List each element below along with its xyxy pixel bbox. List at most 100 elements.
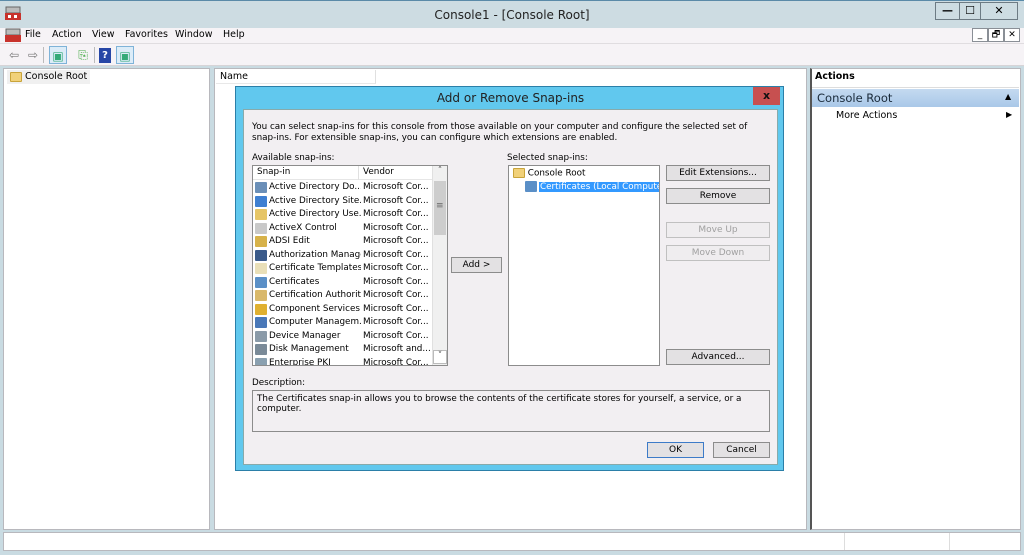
- snapin-row[interactable]: Disk Management Microsoft and...: [255, 343, 431, 357]
- action-more-actions[interactable]: More Actions ▶: [812, 109, 1019, 124]
- snapin-row[interactable]: ActiveX Control Microsoft Cor...: [255, 222, 431, 236]
- minimize-button[interactable]: —: [935, 2, 960, 20]
- forward-icon[interactable]: ⇨: [24, 46, 42, 64]
- folder-icon: [513, 168, 525, 178]
- help-icon[interactable]: ?: [99, 48, 111, 63]
- menu-file[interactable]: File: [25, 29, 41, 40]
- snapin-vendor: Microsoft Cor...: [363, 195, 429, 206]
- console-tree-pane: Console Root: [3, 68, 210, 530]
- maximize-button[interactable]: ☐: [959, 2, 981, 20]
- scroll-down-button[interactable]: ˅: [433, 350, 447, 364]
- activex-icon: [255, 222, 267, 234]
- snapin-vendor: Microsoft Cor...: [363, 236, 429, 246]
- snapin-vendor: Microsoft Cor...: [363, 303, 429, 314]
- advanced-button[interactable]: Advanced...: [666, 349, 770, 365]
- adsi-edit-icon: [255, 236, 267, 247]
- enterprise-pki-icon: [255, 357, 267, 365]
- move-up-button[interactable]: Move Up: [666, 222, 770, 238]
- status-bar: [3, 532, 1021, 551]
- snapin-vendor: Microsoft Cor...: [363, 276, 429, 287]
- snapin-row[interactable]: Enterprise PKI Microsoft Cor...: [255, 357, 431, 366]
- status-divider: [844, 533, 845, 550]
- snapin-row[interactable]: Device Manager Microsoft Cor...: [255, 330, 431, 344]
- vertical-scrollbar[interactable]: ˄ ≡ ˅: [432, 166, 447, 365]
- snapin-name: Disk Management: [269, 344, 349, 354]
- description-box: The Certificates snap-in allows you to b…: [252, 390, 770, 432]
- mmc-doc-icon[interactable]: [5, 28, 21, 45]
- snapin-row[interactable]: Certification Authority Microsoft Cor...: [255, 289, 431, 303]
- selected-snapins-label: Selected snap-ins:: [507, 153, 588, 163]
- cert-authority-icon: [255, 290, 267, 301]
- tree-item-console-root[interactable]: Console Root: [7, 70, 91, 84]
- show-hide-action-pane-icon[interactable]: ▣: [116, 46, 134, 64]
- show-hide-tree-icon[interactable]: ▣: [49, 46, 67, 64]
- tree-item-label: Console Root: [25, 71, 88, 82]
- edit-extensions-button[interactable]: Edit Extensions...: [666, 165, 770, 181]
- snapin-row[interactable]: Active Directory Use... Microsoft Cor...: [255, 208, 431, 222]
- toolbar: ⇦ ⇨ ▣ ⎘ ? ▣: [0, 44, 1024, 66]
- menu-help[interactable]: Help: [223, 29, 245, 40]
- cancel-button[interactable]: Cancel: [713, 442, 770, 458]
- snapin-vendor: Microsoft and...: [363, 344, 431, 354]
- dialog-close-button[interactable]: x: [753, 87, 780, 105]
- snapin-row[interactable]: Active Directory Site... Microsoft Cor...: [255, 195, 431, 209]
- snapin-name: Enterprise PKI: [269, 357, 331, 366]
- scroll-up-button[interactable]: ˄: [433, 166, 447, 180]
- snapin-row[interactable]: Certificate Templates Microsoft Cor...: [255, 262, 431, 276]
- snapin-name: Authorization Manager: [269, 249, 361, 260]
- status-divider: [949, 533, 950, 550]
- column-header-vendor[interactable]: Vendor: [363, 167, 394, 177]
- menu-favorites[interactable]: Favorites: [125, 29, 168, 40]
- selected-snapins-tree[interactable]: Console Root Certificates (Local Compute…: [508, 165, 660, 366]
- column-header-name[interactable]: Name: [216, 70, 376, 84]
- snapin-row[interactable]: Certificates Microsoft Cor...: [255, 276, 431, 290]
- certificates-icon: [525, 181, 537, 192]
- menu-action[interactable]: Action: [52, 29, 82, 40]
- available-snapins-label: Available snap-ins:: [252, 153, 335, 163]
- certificates-icon: [255, 276, 267, 288]
- toolbar-separator: [43, 47, 44, 63]
- column-divider: [358, 166, 359, 180]
- remove-button[interactable]: Remove: [666, 188, 770, 204]
- back-icon[interactable]: ⇦: [5, 46, 23, 64]
- snapin-vendor: Microsoft Cor...: [363, 209, 429, 219]
- snapin-row[interactable]: Active Directory Do... Microsoft Cor...: [255, 181, 431, 195]
- dialog-body: You can select snap-ins for this console…: [243, 109, 778, 465]
- snapin-row[interactable]: ADSI Edit Microsoft Cor...: [255, 235, 431, 249]
- snapin-name: Device Manager: [269, 330, 341, 341]
- menu-bar: File Action View Favorites Window Help: [0, 28, 1024, 44]
- column-header-snapin[interactable]: Snap-in: [257, 167, 290, 177]
- add-remove-snapins-dialog: Add or Remove Snap-ins x You can select …: [235, 86, 784, 471]
- grip-icon: ≡: [436, 201, 444, 211]
- export-list-icon[interactable]: ⎘: [74, 46, 92, 64]
- selected-item-certificates[interactable]: Certificates (Local Computer): [525, 181, 659, 192]
- snapin-name: ActiveX Control: [269, 222, 337, 233]
- actions-section-console-root[interactable]: Console Root ▲: [812, 89, 1019, 107]
- ok-button[interactable]: OK: [647, 442, 704, 458]
- divider: [812, 87, 1019, 88]
- add-button[interactable]: Add >: [451, 257, 502, 273]
- snapin-name: Active Directory Do...: [269, 182, 361, 192]
- menu-view[interactable]: View: [92, 29, 115, 40]
- device-manager-icon: [255, 330, 267, 342]
- scroll-thumb[interactable]: ≡: [434, 181, 446, 235]
- move-down-button[interactable]: Move Down: [666, 245, 770, 261]
- snapin-row[interactable]: Computer Managem... Microsoft Cor...: [255, 316, 431, 330]
- snapin-vendor: Microsoft Cor...: [363, 182, 429, 192]
- collapse-icon[interactable]: ▲: [1005, 92, 1011, 101]
- selected-item-console-root[interactable]: Console Root: [513, 168, 585, 179]
- snapin-vendor: Microsoft Cor...: [363, 317, 429, 327]
- list-header: Snap-in Vendor: [253, 166, 432, 180]
- mdi-minimize-button[interactable]: _: [972, 28, 988, 42]
- actions-section-title: Console Root: [817, 91, 893, 105]
- snapin-row[interactable]: Component Services Microsoft Cor...: [255, 303, 431, 317]
- close-button[interactable]: ✕: [980, 2, 1018, 20]
- mdi-close-button[interactable]: ✕: [1004, 28, 1020, 42]
- mdi-restore-button[interactable]: 🗗: [988, 28, 1004, 42]
- snapin-row[interactable]: Authorization Manager Microsoft Cor...: [255, 249, 431, 263]
- snapin-vendor: Microsoft Cor...: [363, 357, 429, 366]
- ad-users-icon: [255, 209, 267, 220]
- title-bar: Console1 - [Console Root] — ☐ ✕: [0, 0, 1024, 28]
- available-snapins-list[interactable]: Snap-in Vendor Active Directory Do... Mic…: [252, 165, 448, 366]
- menu-window[interactable]: Window: [175, 29, 212, 40]
